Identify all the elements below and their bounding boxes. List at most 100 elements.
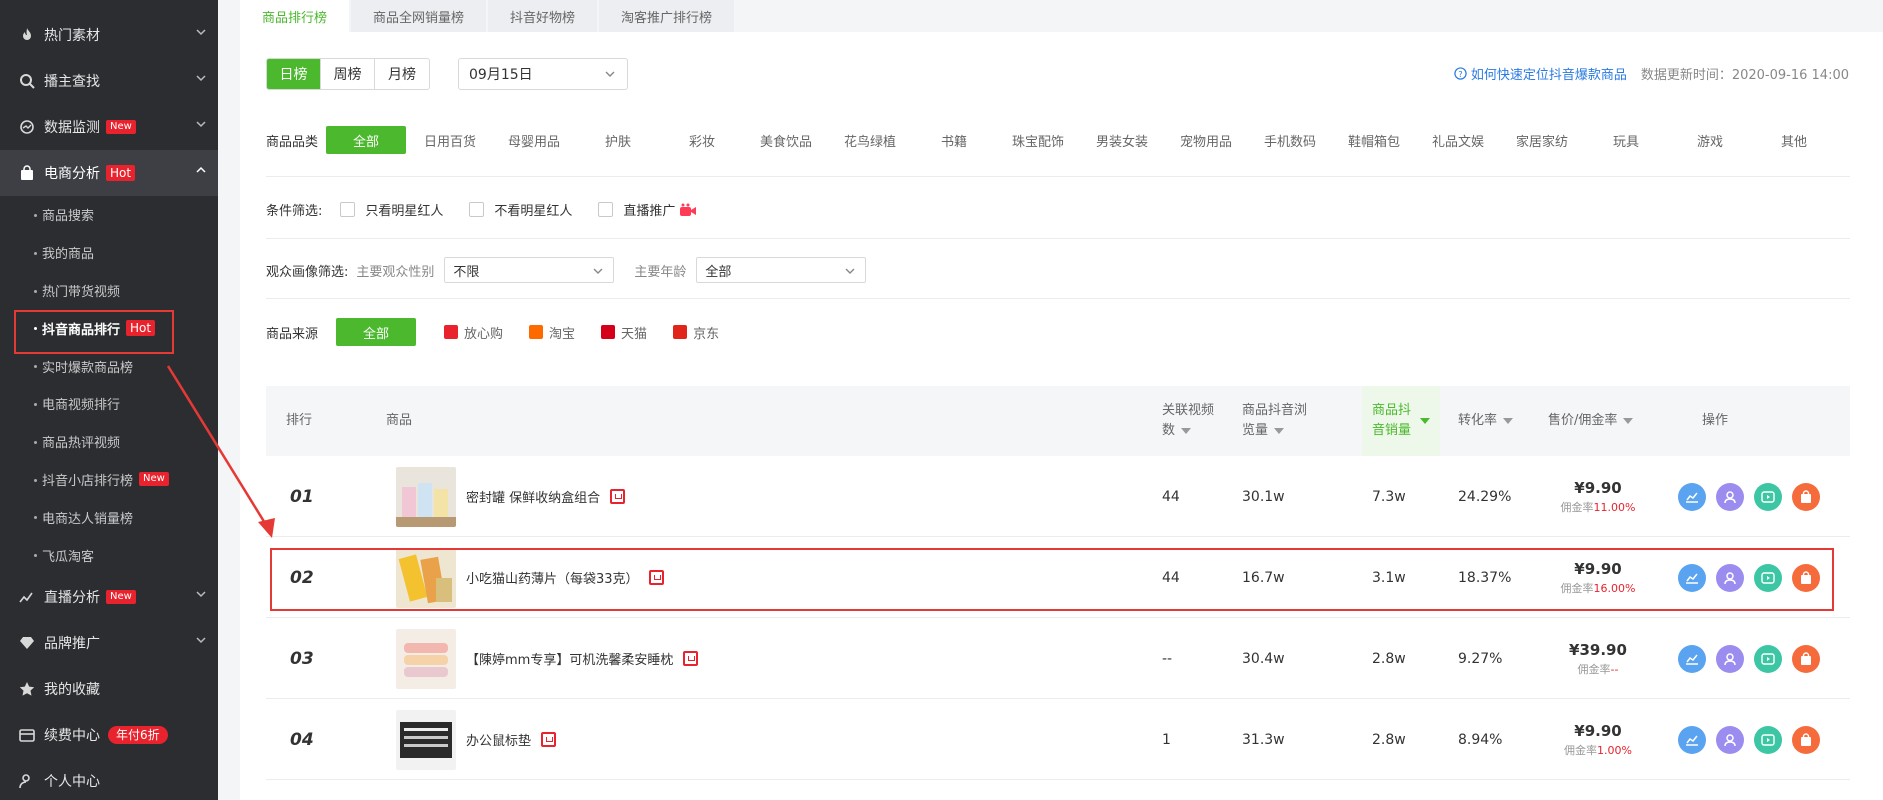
chevron-down-icon <box>196 75 206 82</box>
category-item[interactable]: 礼品文娱 <box>1416 131 1500 150</box>
source-jd[interactable]: 京东 <box>673 323 719 342</box>
tab-product-rank[interactable]: 商品排行榜 <box>240 0 350 32</box>
gender-select[interactable]: 不限 <box>444 257 615 283</box>
category-item[interactable]: 彩妆 <box>660 131 744 150</box>
trend-chart-icon[interactable] <box>1678 482 1706 511</box>
influencer-icon[interactable] <box>1716 482 1744 511</box>
age-select[interactable]: 全部 <box>696 257 867 283</box>
sub-item-my-products[interactable]: 我的商品 <box>0 234 218 272</box>
category-item[interactable]: 家居家纺 <box>1500 131 1584 150</box>
sidebar-group-favorites[interactable]: 我的收藏 <box>0 666 218 712</box>
sub-item-influencer-sales[interactable]: 电商达人销量榜 <box>0 498 218 536</box>
trend-chart-icon[interactable] <box>1678 644 1706 673</box>
col-videos[interactable]: 关联视频数 <box>1162 401 1226 441</box>
sidebar-group-creator-search[interactable]: 播主查找 <box>0 58 218 104</box>
col-views[interactable]: 商品抖音浏览量 <box>1242 401 1318 441</box>
video-play-icon[interactable] <box>1754 482 1782 511</box>
table-row[interactable]: 02 小吃猫山药薄片（每袋33克） 44 16.7w 3.1w 18.37% ¥… <box>266 537 1850 618</box>
monthly-button[interactable]: 月榜 <box>375 59 429 89</box>
chevron-down-icon <box>196 121 206 128</box>
new-badge: New <box>106 120 136 134</box>
sub-item-video-rank[interactable]: 电商视频排行 <box>0 385 218 423</box>
tab-taoke-rank[interactable]: 淘客推广排行榜 <box>599 0 735 32</box>
sidebar-group-renewal[interactable]: 续费中心 年付6折 <box>0 712 218 758</box>
category-item[interactable]: 玩具 <box>1584 131 1668 150</box>
conversion-value: 18.37% <box>1458 569 1512 586</box>
shop-bag-icon[interactable] <box>1792 482 1820 511</box>
sub-item-shop-rank[interactable]: 抖音小店排行榜 New <box>0 461 218 499</box>
category-item[interactable]: 花鸟绿植 <box>828 131 912 150</box>
col-price[interactable]: 售价/佣金率 <box>1548 411 1634 431</box>
influencer-icon[interactable] <box>1716 644 1744 673</box>
checkbox-live-promo[interactable] <box>598 202 614 217</box>
product-thumbnail[interactable] <box>396 709 456 770</box>
product-name[interactable]: 办公鼠标垫 <box>466 730 531 749</box>
col-sales[interactable]: 商品抖音销量 <box>1362 386 1440 456</box>
daily-button[interactable]: 日榜 <box>267 59 321 89</box>
category-item[interactable]: 日用百货 <box>408 131 492 150</box>
tab-network-sales[interactable]: 商品全网销量榜 <box>351 0 487 32</box>
product-thumbnail[interactable] <box>396 466 456 527</box>
sales-value: 3.1w <box>1372 569 1406 586</box>
table-row[interactable]: 01 密封罐 保鲜收纳盒组合 44 30.1w 7.3w 24.29% ¥9.9… <box>266 456 1850 537</box>
category-item[interactable]: 鞋帽箱包 <box>1332 131 1416 150</box>
date-select[interactable]: 09月15日 <box>458 58 628 90</box>
trend-chart-icon[interactable] <box>1678 563 1706 592</box>
product-name[interactable]: 密封罐 保鲜收纳盒组合 <box>466 487 600 506</box>
category-item[interactable]: 游戏 <box>1668 131 1752 150</box>
sub-item-hot-videos[interactable]: 热门带货视频 <box>0 272 218 310</box>
sub-item-product-search[interactable]: 商品搜索 <box>0 196 218 234</box>
product-thumbnail[interactable] <box>396 547 456 608</box>
category-item[interactable]: 美食饮品 <box>744 131 828 150</box>
product-rank-table: 排行 商品 关联视频数 商品抖音浏览量 商品抖音销量 转化率 售价/佣金率 操作… <box>266 386 1850 780</box>
sidebar-group-monitor[interactable]: 数据监测 New <box>0 104 218 150</box>
table-row[interactable]: 04 办公鼠标垫 1 31.3w 2.8w 8.94% ¥9.90 佣金率1.0… <box>266 699 1850 780</box>
weekly-button[interactable]: 周榜 <box>321 59 375 89</box>
product-thumbnail[interactable] <box>396 628 456 689</box>
shop-bag-icon[interactable] <box>1792 563 1820 592</box>
sidebar-group-brand[interactable]: 品牌推广 <box>0 620 218 666</box>
checkbox-no-celebrity[interactable] <box>469 202 485 217</box>
video-play-icon[interactable] <box>1754 563 1782 592</box>
col-conversion[interactable]: 转化率 <box>1458 411 1514 431</box>
tab-douyin-good-items[interactable]: 抖音好物榜 <box>488 0 598 32</box>
shop-icon <box>610 489 626 504</box>
table-row[interactable]: 03 【陳婷mm专享】可机洗馨柔安睡枕 -- 30.4w 2.8w 9.27% … <box>266 618 1850 699</box>
sidebar-group-label: 播主查找 <box>44 74 100 90</box>
sub-item-hot-comment-videos[interactable]: 商品热评视频 <box>0 423 218 461</box>
sub-item-feigua-taoke[interactable]: 飞瓜淘客 <box>0 536 218 574</box>
fangxingou-icon <box>444 325 459 339</box>
category-item[interactable]: 母婴用品 <box>492 131 576 150</box>
sidebar-group-materials[interactable]: 热门素材 <box>0 12 218 58</box>
rank-number: 04 <box>290 729 314 750</box>
category-item[interactable]: 手机数码 <box>1248 131 1332 150</box>
help-link[interactable]: ? 如何快速定位抖音爆款商品 <box>1454 64 1627 83</box>
category-item[interactable]: 珠宝配饰 <box>996 131 1080 150</box>
checkbox-celebrity-only[interactable] <box>340 202 356 217</box>
video-play-icon[interactable] <box>1754 644 1782 673</box>
category-item[interactable]: 男装女装 <box>1080 131 1164 150</box>
category-item[interactable]: 宠物用品 <box>1164 131 1248 150</box>
promo-badge: 年付6折 <box>108 725 168 744</box>
source-taobao[interactable]: 淘宝 <box>529 323 575 342</box>
category-item[interactable]: 其他 <box>1752 131 1836 150</box>
source-fangxingou[interactable]: 放心购 <box>444 323 503 342</box>
category-item[interactable]: 护肤 <box>576 131 660 150</box>
sales-value: 2.8w <box>1372 731 1406 748</box>
video-play-icon[interactable] <box>1754 725 1782 754</box>
source-tmall[interactable]: 天猫 <box>601 323 647 342</box>
category-all[interactable]: 全部 <box>326 126 407 154</box>
shop-bag-icon[interactable] <box>1792 644 1820 673</box>
sidebar-group-live[interactable]: 直播分析 New <box>0 574 218 620</box>
sidebar-group-ecommerce[interactable]: 电商分析 Hot <box>0 150 218 196</box>
sidebar-group-profile[interactable]: 个人中心 <box>0 758 218 800</box>
product-name[interactable]: 小吃猫山药薄片（每袋33克） <box>466 568 639 587</box>
star-icon <box>18 680 36 698</box>
influencer-icon[interactable] <box>1716 725 1744 754</box>
trend-chart-icon[interactable] <box>1678 725 1706 754</box>
category-item[interactable]: 书籍 <box>912 131 996 150</box>
shop-bag-icon[interactable] <box>1792 725 1820 754</box>
influencer-icon[interactable] <box>1716 563 1744 592</box>
source-all[interactable]: 全部 <box>336 318 417 346</box>
product-name[interactable]: 【陳婷mm专享】可机洗馨柔安睡枕 <box>466 649 673 668</box>
